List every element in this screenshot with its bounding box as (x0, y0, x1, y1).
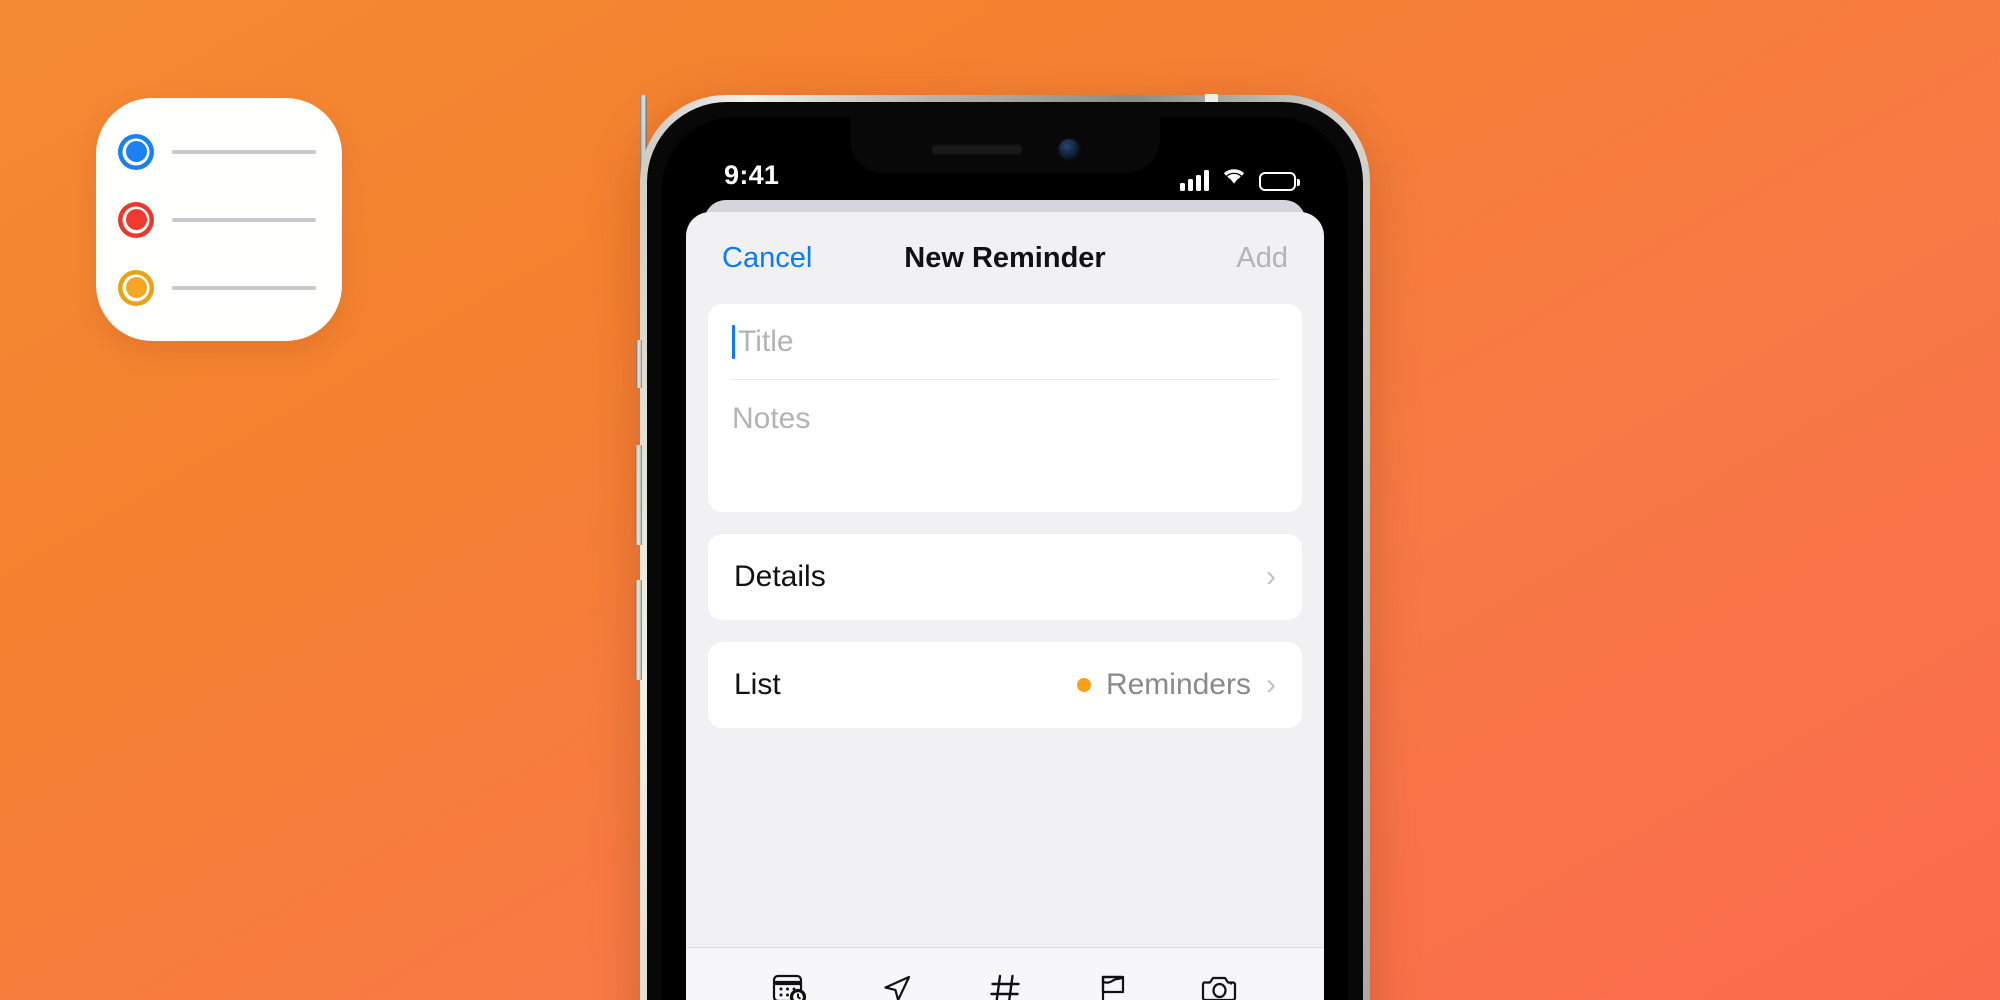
chevron-right-icon: › (1266, 560, 1276, 593)
list-group: List Reminders › (708, 642, 1302, 728)
silent-switch[interactable] (636, 340, 642, 388)
list-row[interactable]: List Reminders › (708, 642, 1302, 728)
camera-icon[interactable] (1196, 965, 1244, 1000)
details-group: Details › (708, 534, 1302, 620)
speaker-slot-icon (931, 143, 1023, 155)
page-title: New Reminder (904, 241, 1106, 274)
modal-nav-bar: Cancel New Reminder Add (686, 212, 1324, 304)
hashtag-icon[interactable] (981, 965, 1029, 1000)
reminders-app-icon (96, 98, 342, 341)
orange-circle-icon (118, 270, 154, 306)
text-caret (732, 324, 735, 359)
red-circle-icon (118, 202, 154, 238)
volume-down-button[interactable] (635, 580, 642, 680)
title-placeholder: Title (738, 324, 794, 358)
phone-bezel: 9:41 Cancel New Reminder Add Title Notes… (647, 102, 1363, 1000)
battery-icon (1259, 172, 1300, 191)
icon-line (172, 149, 316, 154)
list-label: List (734, 668, 781, 701)
volume-up-button[interactable] (635, 445, 642, 545)
reminder-toolbar (686, 947, 1324, 1000)
phone-screen: 9:41 Cancel New Reminder Add Title Notes… (662, 117, 1348, 1000)
list-row-accessory: Reminders › (1076, 668, 1276, 702)
notes-placeholder: Notes (732, 402, 811, 435)
chevron-right-icon: › (1266, 668, 1276, 701)
status-indicators (1180, 165, 1300, 191)
status-time: 9:41 (724, 160, 780, 190)
icon-line (172, 285, 316, 290)
flag-icon[interactable] (1089, 965, 1137, 1000)
details-row[interactable]: Details › (708, 534, 1302, 620)
calendar-clock-icon[interactable] (766, 965, 814, 1000)
details-label: Details (734, 560, 826, 593)
icon-list-row (118, 270, 316, 306)
blue-circle-icon (118, 134, 154, 170)
location-arrow-icon[interactable] (873, 965, 921, 1000)
icon-list-row (118, 202, 316, 238)
front-camera-icon (1059, 139, 1079, 159)
cellular-signal-icon (1180, 170, 1209, 191)
wifi-icon (1220, 165, 1248, 191)
new-reminder-modal: Cancel New Reminder Add Title Notes Deta… (686, 212, 1324, 1000)
reminder-fields-group: Title Notes (708, 304, 1302, 512)
list-value: Reminders (1105, 668, 1251, 701)
list-color-dot-icon (1076, 678, 1091, 692)
icon-line (172, 217, 316, 222)
details-row-accessory: › (1266, 562, 1276, 592)
notch (850, 117, 1160, 173)
title-input[interactable]: Title (732, 304, 1278, 380)
iphone-mockup: 9:41 Cancel New Reminder Add Title Notes… (635, 94, 1370, 1000)
icon-list-row (118, 134, 316, 170)
notes-input[interactable]: Notes (732, 380, 1278, 512)
